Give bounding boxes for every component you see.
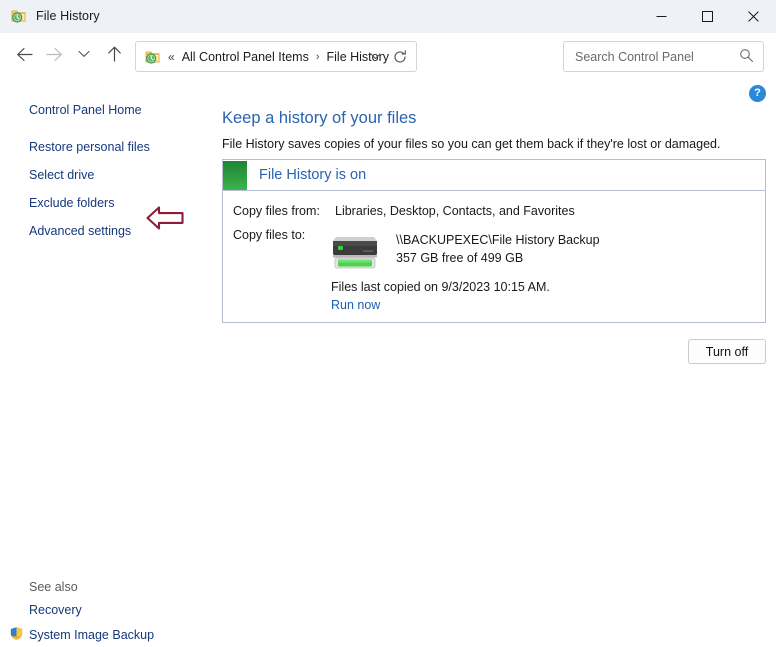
- status-badge: File History is on: [259, 167, 367, 183]
- breadcrumb-all-control-panel-items[interactable]: All Control Panel Items: [182, 50, 309, 64]
- file-history-status-panel: File History is on Copy files from: Libr…: [222, 159, 766, 323]
- turn-off-button[interactable]: Turn off: [688, 339, 766, 364]
- status-indicator-block: [223, 160, 247, 190]
- search-input[interactable]: [573, 48, 732, 65]
- window-title: File History: [36, 9, 100, 23]
- search-icon[interactable]: [739, 48, 754, 66]
- page-title: Keep a history of your files: [222, 109, 417, 127]
- sidebar-item-restore-personal-files[interactable]: Restore personal files: [29, 140, 150, 154]
- sidebar-item-exclude-folders[interactable]: Exclude folders: [29, 196, 114, 210]
- window-controls: [638, 0, 776, 32]
- panel-body: Copy files from: Libraries, Desktop, Con…: [223, 191, 765, 323]
- file-history-icon: [11, 8, 27, 24]
- network-drive-icon: [329, 230, 381, 272]
- see-also-heading: See also: [29, 580, 78, 594]
- close-icon[interactable]: [730, 0, 776, 32]
- see-also-item-system-image-backup[interactable]: System Image Backup: [29, 628, 154, 642]
- page-subtitle: File History saves copies of your files …: [222, 137, 721, 151]
- search-control-panel-box[interactable]: [563, 41, 764, 72]
- content-area: ? Control Panel Home Restore personal fi…: [0, 75, 776, 647]
- maximize-icon[interactable]: [684, 0, 730, 32]
- back-arrow-icon[interactable]: [9, 39, 39, 69]
- address-chevron-down-icon[interactable]: [364, 42, 386, 71]
- help-icon[interactable]: ?: [749, 85, 766, 102]
- recent-locations-chevron-down-icon[interactable]: [69, 39, 99, 69]
- backup-target-name: \\BACKUPEXEC\File History Backup: [396, 233, 600, 247]
- address-file-history-icon: [145, 49, 161, 65]
- run-now-link[interactable]: Run now: [331, 298, 380, 312]
- sidebar: Control Panel Home Restore personal file…: [0, 75, 210, 647]
- sidebar-item-advanced-settings[interactable]: Advanced settings: [29, 224, 131, 238]
- sidebar-item-select-drive[interactable]: Select drive: [29, 168, 94, 182]
- backup-target-free-space: 357 GB free of 499 GB: [396, 251, 524, 265]
- shield-icon: [9, 626, 24, 641]
- refresh-icon[interactable]: [388, 42, 412, 71]
- breadcrumb-overflow-icon[interactable]: «: [168, 50, 175, 64]
- forward-arrow-icon: [39, 39, 69, 69]
- sidebar-item-control-panel-home[interactable]: Control Panel Home: [29, 103, 142, 117]
- address-bar[interactable]: « All Control Panel Items › File History: [135, 41, 417, 72]
- see-also-item-recovery[interactable]: Recovery: [29, 603, 82, 617]
- copy-files-to-label: Copy files to:: [233, 228, 306, 242]
- title-bar: File History: [0, 0, 776, 33]
- file-history-window: File History « All Control Panel Items ›…: [0, 0, 776, 647]
- copy-files-from-value: Libraries, Desktop, Contacts, and Favori…: [335, 204, 575, 218]
- minimize-icon[interactable]: [638, 0, 684, 32]
- last-copied-status: Files last copied on 9/3/2023 10:15 AM.: [331, 280, 550, 294]
- panel-header: File History is on: [223, 160, 765, 191]
- up-arrow-icon[interactable]: [99, 39, 129, 69]
- breadcrumb-separator-icon: ›: [315, 50, 320, 63]
- copy-files-from-label: Copy files from:: [233, 204, 320, 218]
